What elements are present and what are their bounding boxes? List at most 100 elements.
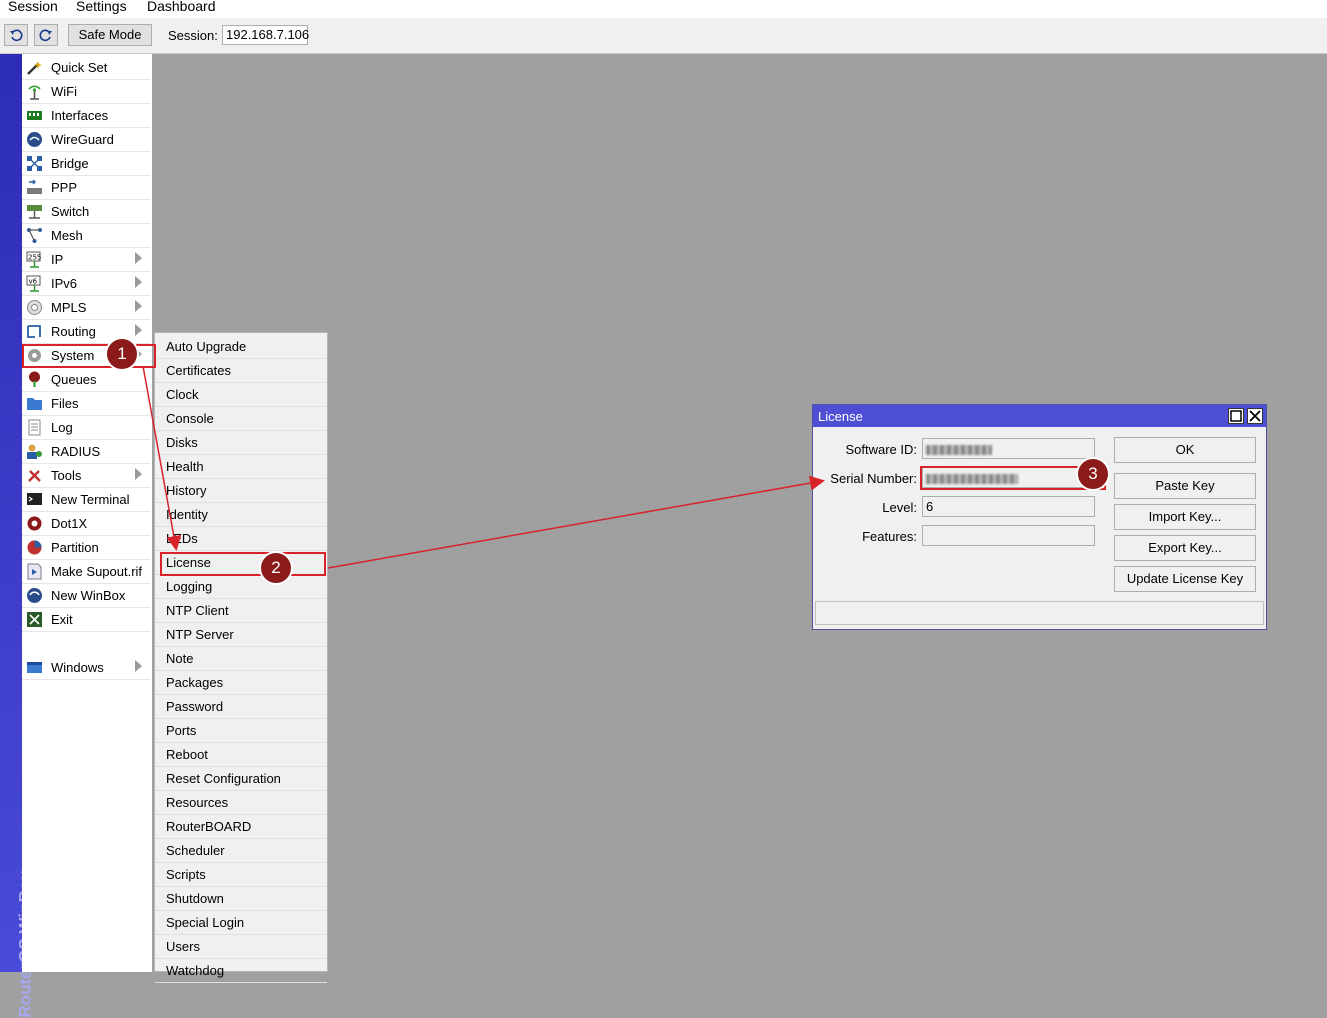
sidebar-item-interfaces[interactable]: Interfaces <box>22 104 150 128</box>
sidebar-item-wifi[interactable]: WiFi <box>22 80 150 104</box>
submenu-item-watchdog[interactable]: Watchdog <box>155 959 327 983</box>
submenu-item-label: Reset Configuration <box>166 771 281 786</box>
session-address-field[interactable]: 192.168.7.106 <box>222 25 309 45</box>
level-label: Level: <box>882 500 917 515</box>
wifi-antenna-icon <box>26 83 43 100</box>
sidebar-item-dot1x[interactable]: Dot1X <box>22 512 150 536</box>
sidebar-item-log[interactable]: Log <box>22 416 150 440</box>
sidebar-item-queues[interactable]: Queues <box>22 368 150 392</box>
submenu-item-special-login[interactable]: Special Login <box>155 911 327 935</box>
submenu-item-clock[interactable]: Clock <box>155 383 327 407</box>
submenu-item-routerboard[interactable]: RouterBOARD <box>155 815 327 839</box>
submenu-item-console[interactable]: Console <box>155 407 327 431</box>
submenu-item-auto-upgrade[interactable]: Auto Upgrade <box>155 335 327 359</box>
safe-mode-button[interactable]: Safe Mode <box>68 24 152 46</box>
submenu-item-ports[interactable]: Ports <box>155 719 327 743</box>
sidebar-item-quick-set[interactable]: Quick Set <box>22 56 150 80</box>
submenu-item-label: Clock <box>166 387 199 402</box>
sidebar-item-mesh[interactable]: Mesh <box>22 224 150 248</box>
submenu-item-note[interactable]: Note <box>155 647 327 671</box>
sidebar-item-tools[interactable]: Tools <box>22 464 150 488</box>
sidebar-item-label: Switch <box>51 204 90 219</box>
submenu-item-scripts[interactable]: Scripts <box>155 863 327 887</box>
sidebar-item-files[interactable]: Files <box>22 392 150 416</box>
submenu-item-history[interactable]: History <box>155 479 327 503</box>
sidebar-item-switch[interactable]: Switch <box>22 200 150 224</box>
submenu-item-label: Note <box>166 651 194 666</box>
submenu-item-password[interactable]: Password <box>155 695 327 719</box>
undo-button[interactable] <box>4 24 28 46</box>
maximize-button[interactable] <box>1228 408 1244 424</box>
submenu-item-ntp-server[interactable]: NTP Server <box>155 623 327 647</box>
menu-settings[interactable]: Settings <box>76 0 127 14</box>
sidebar-item-label: WireGuard <box>51 132 114 147</box>
sidebar-item-label: New WinBox <box>51 588 126 603</box>
mpls-icon <box>26 299 43 316</box>
sidebar-item-label: PPP <box>51 180 78 195</box>
submenu-item-label: Password <box>166 699 224 714</box>
sidebar-item-label: Partition <box>51 540 99 555</box>
submenu-item-logging[interactable]: Logging <box>155 575 327 599</box>
sidebar-item-ipv6[interactable]: v6 IPv6 <box>22 272 150 296</box>
export-key-button[interactable]: Export Key... <box>1114 535 1256 561</box>
submenu-item-reset-configuration[interactable]: Reset Configuration <box>155 767 327 791</box>
submenu-item-shutdown[interactable]: Shutdown <box>155 887 327 911</box>
submenu-item-certificates[interactable]: Certificates <box>155 359 327 383</box>
folder-icon <box>26 395 43 412</box>
submenu-item-reboot[interactable]: Reboot <box>155 743 327 767</box>
submenu-item-label: Scripts <box>166 867 206 882</box>
paste-key-button[interactable]: Paste Key <box>1114 473 1256 499</box>
submenu-item-users[interactable]: Users <box>155 935 327 959</box>
menu-session[interactable]: Session <box>8 0 58 14</box>
sidebar-item-label: New Terminal <box>51 492 130 507</box>
sidebar-item-mpls[interactable]: MPLS <box>22 296 150 320</box>
bridge-icon <box>26 155 43 172</box>
switch-icon <box>26 203 43 220</box>
software-id-field[interactable] <box>922 438 1095 459</box>
sidebar-item-windows[interactable]: Windows <box>22 656 150 680</box>
submenu-item-label: Scheduler <box>166 843 225 858</box>
close-button[interactable] <box>1247 408 1263 424</box>
sidebar-item-new-winbox[interactable]: New WinBox <box>22 584 150 608</box>
sidebar-item-ip[interactable]: 255 IP <box>22 248 150 272</box>
submenu-item-packages[interactable]: Packages <box>155 671 327 695</box>
submenu-item-resources[interactable]: Resources <box>155 791 327 815</box>
sidebar-item-wireguard[interactable]: WireGuard <box>22 128 150 152</box>
ok-button[interactable]: OK <box>1114 437 1256 463</box>
sidebar-item-label: WiFi <box>51 84 77 99</box>
sidebar-item-label: Exit <box>51 612 73 627</box>
submenu-item-leds[interactable]: LEDs <box>155 527 327 551</box>
submenu-item-scheduler[interactable]: Scheduler <box>155 839 327 863</box>
sidebar-item-label: Files <box>51 396 79 411</box>
interfaces-icon <box>26 107 43 124</box>
menu-dashboard[interactable]: Dashboard <box>147 0 216 14</box>
sidebar-item-ppp[interactable]: PPP <box>22 176 150 200</box>
sidebar-item-label: Log <box>51 420 73 435</box>
features-field[interactable] <box>922 525 1095 546</box>
update-license-key-button[interactable]: Update License Key <box>1114 566 1256 592</box>
sidebar-item-exit[interactable]: Exit <box>22 608 150 632</box>
submenu-item-ntp-client[interactable]: NTP Client <box>155 599 327 623</box>
submenu-item-label: Disks <box>166 435 198 450</box>
windows-icon <box>26 659 43 676</box>
sidebar-item-label: Dot1X <box>51 516 88 531</box>
sidebar-item-label: Mesh <box>51 228 83 243</box>
submenu-item-health[interactable]: Health <box>155 455 327 479</box>
dot1x-icon <box>26 515 43 532</box>
license-window: License Software ID: Serial Number: Leve… <box>812 404 1267 630</box>
sidebar-item-make-supout-rif[interactable]: Make Supout.rif <box>22 560 150 584</box>
level-field[interactable]: 6 <box>922 496 1095 517</box>
redo-button[interactable] <box>34 24 58 46</box>
submenu-item-label: Identity <box>166 507 208 522</box>
submenu-item-identity[interactable]: Identity <box>155 503 327 527</box>
import-key-button[interactable]: Import Key... <box>1114 504 1256 530</box>
ipv6-icon: v6 <box>26 275 43 292</box>
sidebar-item-new-terminal[interactable]: New Terminal <box>22 488 150 512</box>
submenu-item-disks[interactable]: Disks <box>155 431 327 455</box>
submenu-arrow-icon <box>135 468 142 480</box>
sidebar-item-partition[interactable]: Partition <box>22 536 150 560</box>
window-title-bar[interactable]: License <box>813 405 1266 427</box>
sidebar-item-bridge[interactable]: Bridge <box>22 152 150 176</box>
sidebar-item-label: Tools <box>51 468 82 483</box>
sidebar-item-radius[interactable]: RADIUS <box>22 440 150 464</box>
